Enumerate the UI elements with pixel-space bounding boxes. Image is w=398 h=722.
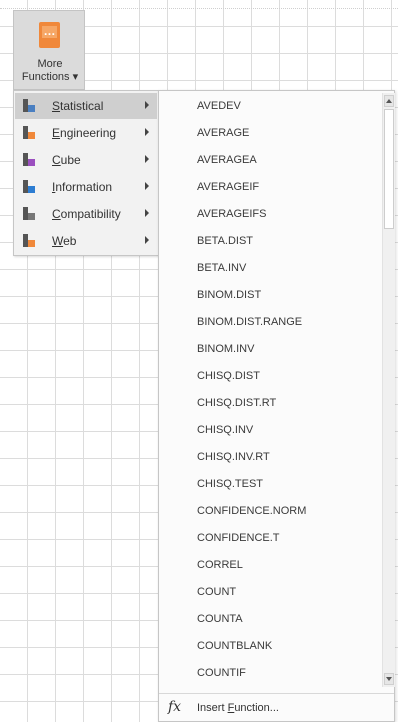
function-item[interactable]: BETA.INV — [159, 255, 381, 282]
category-label: Information — [52, 180, 112, 194]
function-label: AVERAGEIFS — [197, 208, 267, 220]
more-functions-label: More Functions ▾ — [14, 58, 86, 84]
category-label-rest: ompatibility — [60, 207, 121, 221]
function-label: CHISQ.INV — [197, 424, 254, 436]
function-item[interactable]: CORREL — [159, 552, 381, 579]
function-label: BINOM.DIST.RANGE — [197, 316, 303, 328]
function-item[interactable]: CHISQ.TEST — [159, 471, 381, 498]
category-label-rest: ngineering — [60, 126, 117, 140]
function-item[interactable]: AVEDEV — [159, 93, 381, 120]
chevron-right-icon — [145, 182, 149, 190]
function-label: COUNTA — [197, 613, 243, 625]
function-label: BETA.DIST — [197, 235, 254, 247]
function-label: CONFIDENCE.T — [197, 532, 280, 544]
more-functions-button[interactable]: More Functions ▾ — [13, 10, 85, 90]
function-item[interactable]: BINOM.DIST.RANGE — [159, 309, 381, 336]
category-label-access-key: W — [52, 234, 64, 248]
function-item[interactable]: COUNTA — [159, 606, 381, 633]
scroll-up-icon[interactable] — [384, 95, 394, 107]
insert-function-item[interactable]: fx Insert Function... — [159, 695, 394, 721]
category-label: Cube — [52, 153, 81, 167]
insert-function-label: Insert Function... — [197, 702, 279, 714]
chevron-right-icon — [145, 236, 149, 244]
category-label-rest: tatistical — [60, 99, 104, 113]
function-list-scrollbar[interactable] — [382, 93, 395, 687]
function-label: CHISQ.TEST — [197, 478, 264, 490]
function-item[interactable]: BETA.DIST — [159, 228, 381, 255]
category-label-rest: eb — [63, 234, 77, 248]
function-item[interactable]: COUNTBLANK — [159, 633, 381, 660]
statistical-icon — [23, 99, 35, 112]
chevron-right-icon — [145, 155, 149, 163]
function-item[interactable]: CHISQ.INV.RT — [159, 444, 381, 471]
chevron-right-icon — [145, 128, 149, 136]
category-item-cube[interactable]: Cube — [15, 147, 157, 173]
function-label: BETA.INV — [197, 262, 247, 274]
insert-function-label-prefix: Insert — [197, 702, 228, 714]
scroll-down-icon[interactable] — [384, 673, 394, 685]
function-item[interactable]: CHISQ.INV — [159, 417, 381, 444]
menu-separator — [159, 693, 394, 694]
function-item[interactable]: CONFIDENCE.T — [159, 525, 381, 552]
category-item-compatibility[interactable]: Compatibility — [15, 201, 157, 227]
web-icon — [23, 234, 35, 247]
category-label: Statistical — [52, 99, 103, 113]
function-label: AVERAGE — [197, 127, 250, 139]
scroll-thumb[interactable] — [384, 109, 394, 229]
function-label: COUNTIF — [197, 667, 246, 679]
function-label: AVEDEV — [197, 100, 241, 112]
function-label: CHISQ.INV.RT — [197, 451, 270, 463]
function-label: CHISQ.DIST — [197, 370, 260, 382]
ribbon-divider — [0, 8, 398, 9]
category-submenu: Statistical Engineering Cube Information Com… — [13, 90, 159, 256]
category-label: Engineering — [52, 126, 116, 140]
function-label: BINOM.DIST — [197, 289, 262, 301]
category-label-access-key: S — [52, 99, 61, 113]
function-item[interactable]: COUNTIF — [159, 660, 381, 687]
function-label: BINOM.INV — [197, 343, 255, 355]
category-item-web[interactable]: Web — [15, 228, 157, 254]
statistical-functions-menu: AVEDEV AVERAGE AVERAGEA AVERAGEIF AVERAGEIFS… — [158, 90, 395, 722]
function-item[interactable]: CHISQ.DIST.RT — [159, 390, 381, 417]
more-functions-label-line1: More — [37, 58, 63, 70]
category-item-engineering[interactable]: Engineering — [15, 120, 157, 146]
function-item[interactable]: AVERAGEIF — [159, 174, 381, 201]
insert-function-label-rest: unction... — [234, 702, 279, 714]
chevron-right-icon — [145, 209, 149, 217]
function-label: CORREL — [197, 559, 243, 571]
category-label: Web — [52, 234, 76, 248]
information-icon — [23, 180, 35, 193]
category-label-access-key: E — [52, 126, 61, 140]
category-label-rest: nformation — [55, 180, 113, 194]
more-functions-label-line2: Functions ▾ — [21, 71, 79, 83]
function-label: AVERAGEA — [197, 154, 257, 166]
category-label: Compatibility — [52, 207, 121, 221]
category-label-access-key: C — [52, 207, 61, 221]
category-label-access-key: C — [52, 153, 61, 167]
function-label: CONFIDENCE.NORM — [197, 505, 307, 517]
function-item[interactable]: CHISQ.DIST — [159, 363, 381, 390]
function-label: COUNT — [197, 586, 237, 598]
compatibility-icon — [23, 207, 35, 220]
fx-icon: fx — [168, 699, 182, 715]
category-label-rest: ube — [60, 153, 81, 167]
function-item[interactable]: COUNT — [159, 579, 381, 606]
category-item-information[interactable]: Information — [15, 174, 157, 200]
engineering-icon — [23, 126, 35, 139]
function-label: CHISQ.DIST.RT — [197, 397, 277, 409]
function-item[interactable]: BINOM.DIST — [159, 282, 381, 309]
function-label: COUNTBLANK — [197, 640, 273, 652]
chevron-right-icon — [145, 101, 149, 109]
function-item[interactable]: AVERAGE — [159, 120, 381, 147]
function-label: AVERAGEIF — [197, 181, 260, 193]
function-item[interactable]: BINOM.INV — [159, 336, 381, 363]
function-item[interactable]: AVERAGEA — [159, 147, 381, 174]
function-item[interactable]: AVERAGEIFS — [159, 201, 381, 228]
category-item-statistical[interactable]: Statistical — [15, 93, 157, 119]
cube-icon — [23, 153, 35, 166]
more-functions-icon — [39, 22, 60, 48]
function-item[interactable]: CONFIDENCE.NORM — [159, 498, 381, 525]
